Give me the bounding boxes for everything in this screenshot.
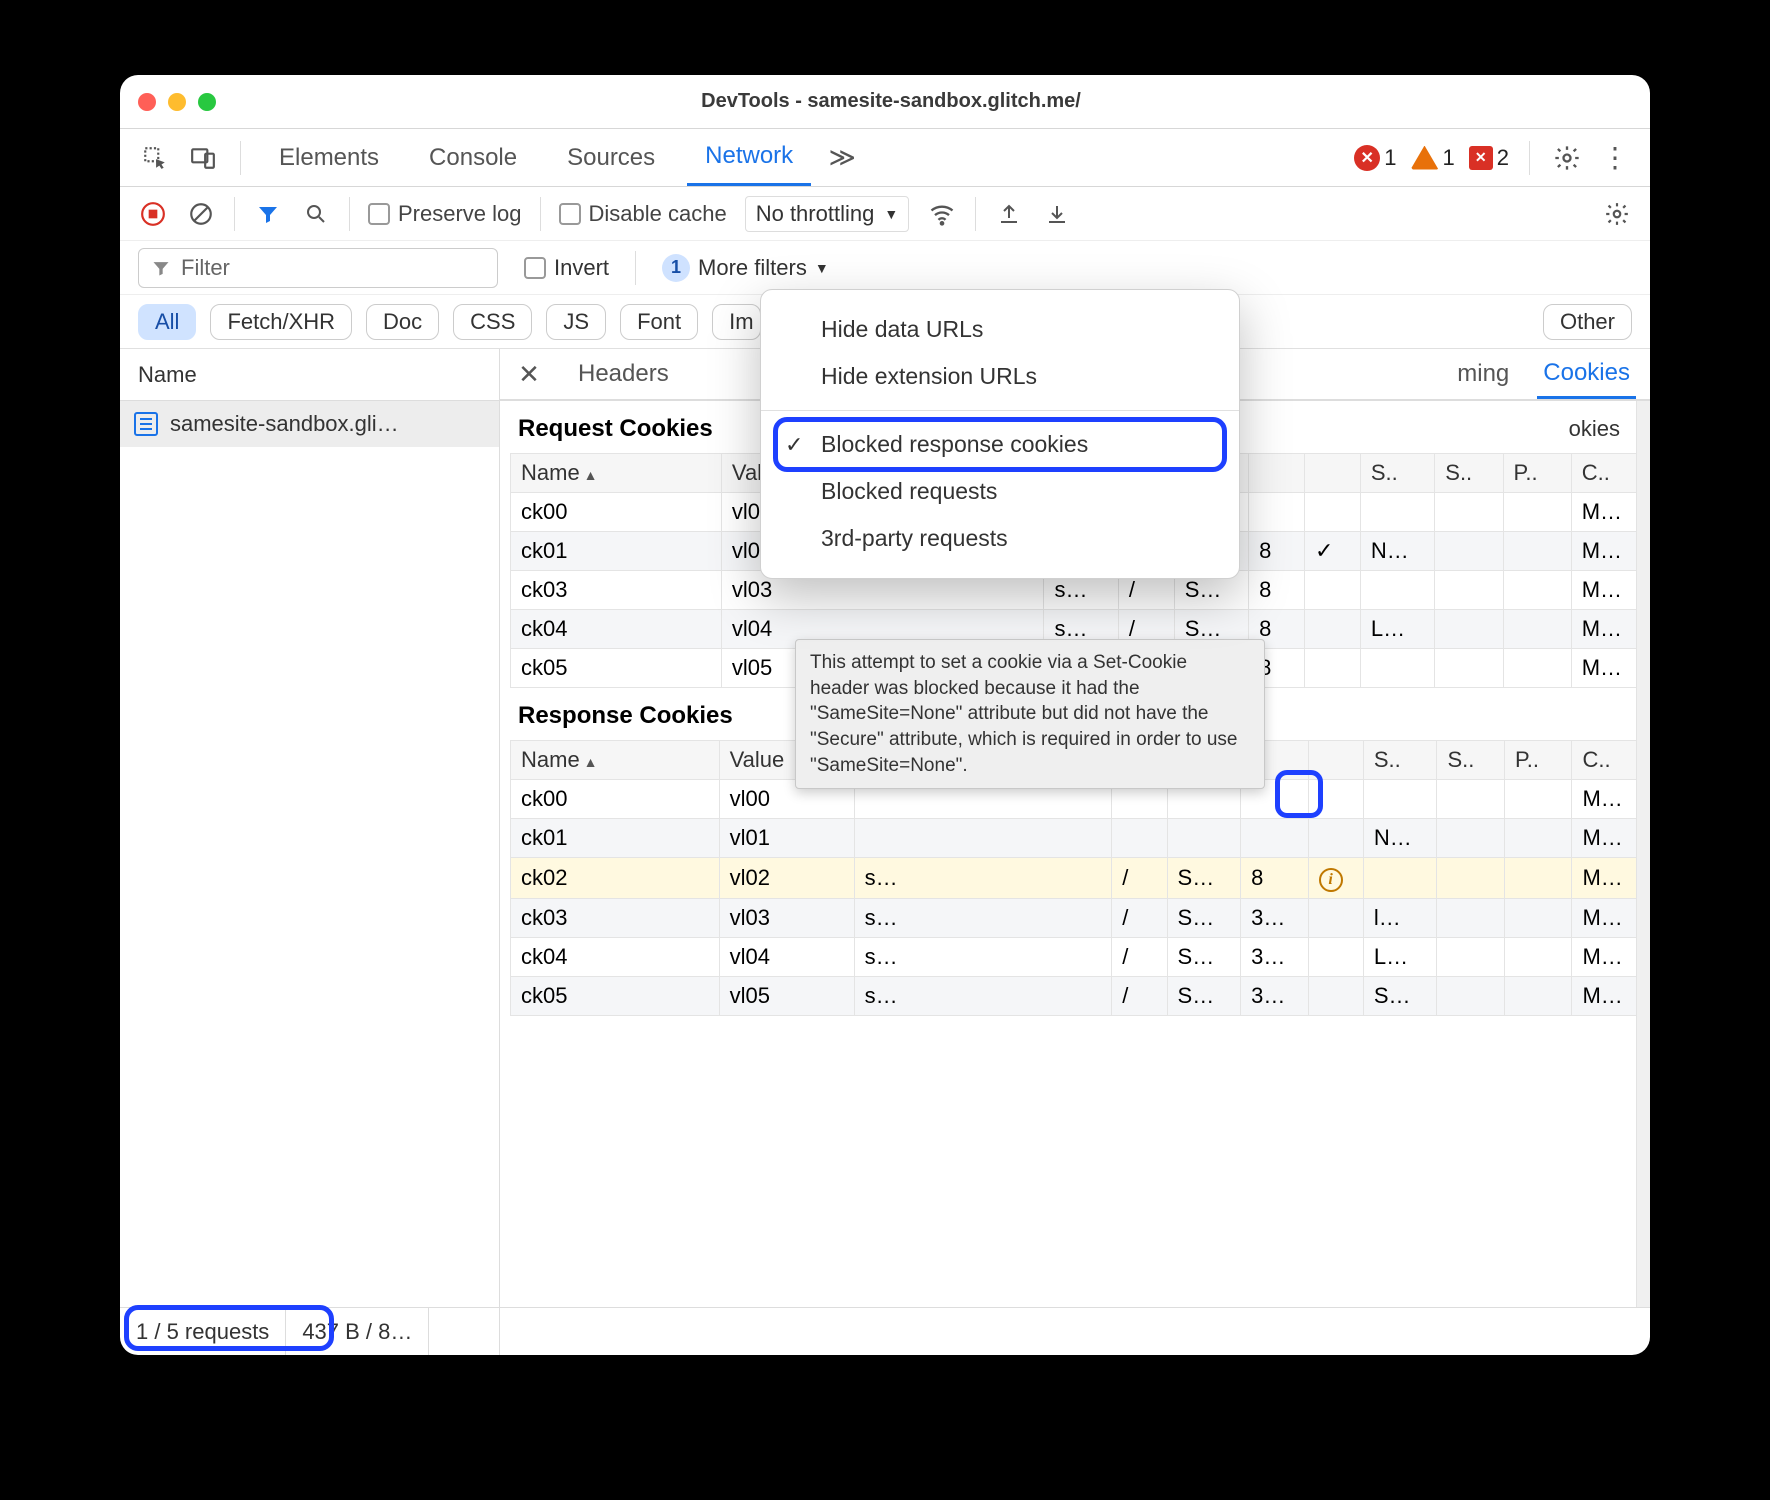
detail-tab-headers[interactable]: Headers	[572, 349, 675, 399]
table-row[interactable]: ck05vl05s…/S…3…S…M…	[511, 977, 1640, 1016]
info-icon[interactable]: i	[1319, 868, 1343, 892]
table-row[interactable]: ck02vl02s…/S…8iM…	[511, 858, 1640, 899]
filter-icon[interactable]	[253, 199, 283, 229]
detail-tab-cookies[interactable]: Cookies	[1537, 349, 1636, 399]
chevron-down-icon: ▼	[815, 260, 829, 276]
download-har-icon[interactable]	[1042, 199, 1072, 229]
more-filters-button[interactable]: 1 More filters ▼	[662, 254, 829, 282]
tab-console[interactable]: Console	[411, 129, 535, 186]
search-icon[interactable]	[301, 199, 331, 229]
chip-font[interactable]: Font	[620, 304, 698, 340]
upload-har-icon[interactable]	[994, 199, 1024, 229]
menu-blocked-response-cookies[interactable]: ✓ Blocked response cookies	[761, 421, 1239, 468]
split-pane: Name samesite-sandbox.gli… ✕ Headers min…	[120, 349, 1650, 1355]
kebab-menu-icon[interactable]: ⋮	[1598, 141, 1632, 175]
check-icon: ✓	[785, 432, 803, 458]
issues-badge[interactable]: 2	[1469, 145, 1509, 171]
chip-css[interactable]: CSS	[453, 304, 532, 340]
throttling-select[interactable]: No throttling ▼	[745, 196, 909, 232]
requests-list: Name samesite-sandbox.gli…	[120, 349, 500, 1355]
network-toolbar: Preserve log Disable cache No throttling…	[120, 187, 1650, 241]
table-row[interactable]: ck04vl04s…/S…3…L…M…	[511, 938, 1640, 977]
menu-blocked-requests[interactable]: Blocked requests	[761, 468, 1239, 515]
chevron-down-icon: ▼	[884, 206, 898, 222]
document-icon	[134, 412, 158, 436]
minimize-window-button[interactable]	[168, 93, 186, 111]
more-tabs-icon[interactable]: ≫	[825, 141, 859, 175]
menu-hide-data-urls[interactable]: Hide data URLs	[761, 306, 1239, 353]
tab-network[interactable]: Network	[687, 129, 811, 186]
menu-3rd-party-requests[interactable]: 3rd-party requests	[761, 515, 1239, 562]
more-filters-dropdown: Hide data URLs Hide extension URLs ✓ Blo…	[760, 289, 1240, 579]
title-bar: DevTools - samesite-sandbox.glitch.me/	[120, 75, 1650, 129]
main-tab-bar: Elements Console Sources Network ≫ ✕1 1 …	[120, 129, 1650, 187]
clear-icon[interactable]	[186, 199, 216, 229]
chip-img[interactable]: Im	[712, 304, 760, 340]
chip-all[interactable]: All	[138, 304, 196, 340]
chip-fetch-xhr[interactable]: Fetch/XHR	[210, 304, 352, 340]
window-title: DevTools - samesite-sandbox.glitch.me/	[240, 90, 1542, 113]
tab-sources[interactable]: Sources	[549, 129, 673, 186]
table-row[interactable]: ck03vl03s…/S…3…l…M…	[511, 899, 1640, 938]
requests-header[interactable]: Name	[120, 349, 499, 401]
record-icon[interactable]	[138, 199, 168, 229]
status-bar: 1 / 5 requests 437 B / 8…	[120, 1307, 1650, 1355]
devtools-window: DevTools - samesite-sandbox.glitch.me/ E…	[120, 75, 1650, 1355]
maximize-window-button[interactable]	[198, 93, 216, 111]
warnings-badge[interactable]: 1	[1411, 145, 1455, 171]
chip-js[interactable]: JS	[546, 304, 606, 340]
disable-cache-checkbox[interactable]: Disable cache	[559, 201, 727, 227]
scrollbar[interactable]	[1636, 401, 1650, 1307]
request-detail: ✕ Headers ming Cookies Request Cookies o…	[500, 349, 1650, 1355]
close-detail-icon[interactable]: ✕	[514, 359, 544, 389]
network-conditions-icon[interactable]	[927, 199, 957, 229]
filter-input[interactable]: Filter	[138, 248, 498, 288]
invert-checkbox[interactable]: Invert	[524, 255, 609, 281]
menu-hide-extension-urls[interactable]: Hide extension URLs	[761, 353, 1239, 400]
panel-settings-icon[interactable]	[1602, 199, 1632, 229]
preserve-log-checkbox[interactable]: Preserve log	[368, 201, 522, 227]
chip-other[interactable]: Other	[1543, 304, 1632, 340]
request-row[interactable]: samesite-sandbox.gli…	[120, 401, 499, 447]
settings-icon[interactable]	[1550, 141, 1584, 175]
cookie-blocked-tooltip: This attempt to set a cookie via a Set-C…	[795, 639, 1265, 789]
window-controls	[138, 93, 216, 111]
inspect-element-icon[interactable]	[138, 141, 172, 175]
show-filtered-label[interactable]: okies	[1539, 402, 1650, 452]
close-window-button[interactable]	[138, 93, 156, 111]
detail-tab-timing[interactable]: ming	[1451, 349, 1515, 399]
filter-bar: Filter Invert 1 More filters ▼	[120, 241, 1650, 295]
table-row[interactable]: ck01vl01N…M…	[511, 819, 1640, 858]
funnel-icon	[151, 258, 171, 278]
tab-elements[interactable]: Elements	[261, 129, 397, 186]
device-toolbar-icon[interactable]	[186, 141, 220, 175]
request-cookies-title: Request Cookies	[500, 401, 731, 453]
chip-doc[interactable]: Doc	[366, 304, 439, 340]
status-requests: 1 / 5 requests	[120, 1308, 286, 1355]
errors-badge[interactable]: ✕1	[1354, 145, 1396, 171]
status-transfer: 437 B / 8…	[286, 1308, 429, 1355]
